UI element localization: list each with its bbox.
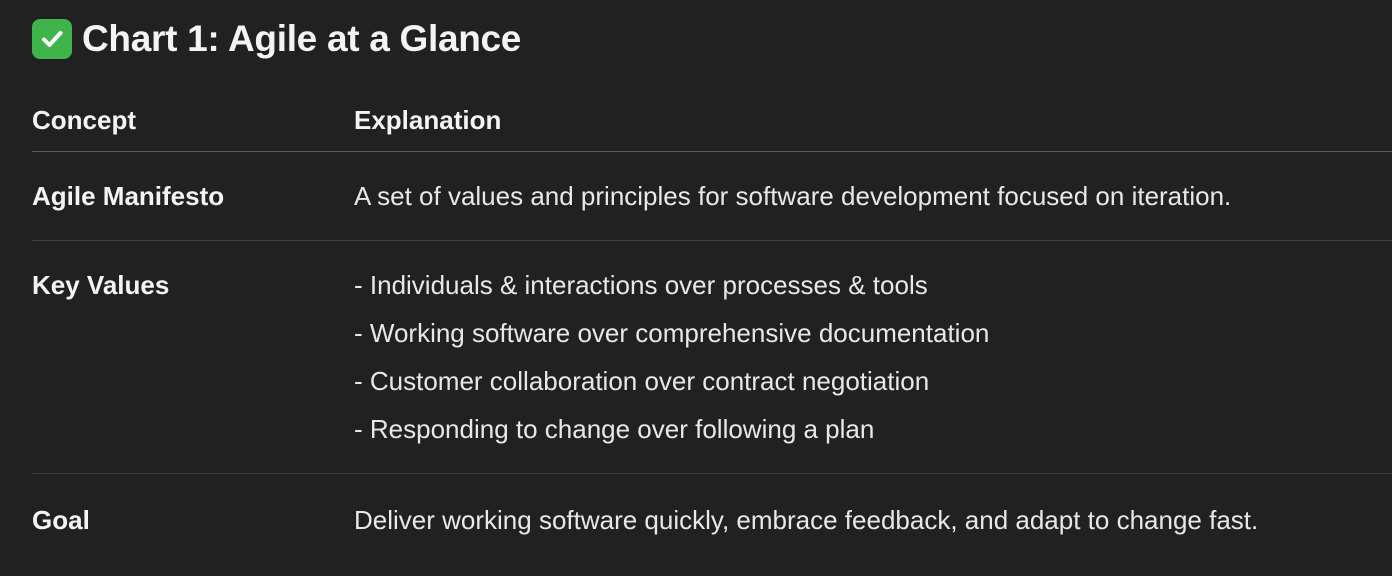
table-row: Key Values - Individuals & interactions … xyxy=(32,241,1392,474)
concept-cell: Goal xyxy=(32,505,90,535)
page-title-text: Chart 1: Agile at a Glance xyxy=(82,18,522,59)
explanation-line: - Individuals & interactions over proces… xyxy=(354,270,928,300)
explanation-line: - Customer collaboration over contract n… xyxy=(354,366,930,396)
table-row: Goal Deliver working software quickly, e… xyxy=(32,474,1392,554)
explanation-line: - Working software over comprehensive do… xyxy=(354,318,990,348)
explanation-cell: A set of values and principles for softw… xyxy=(354,172,1392,220)
explanation-line: Deliver working software quickly, embrac… xyxy=(354,505,1259,535)
concept-cell: Agile Manifesto xyxy=(32,181,225,211)
column-header-explanation: Explanation xyxy=(354,105,502,135)
table-header-row: Concept Explanation xyxy=(32,94,1392,152)
check-mark-button-icon xyxy=(32,19,72,59)
page-title: Chart 1: Agile at a Glance xyxy=(32,18,521,60)
explanation-cell: - Individuals & interactions over proces… xyxy=(354,261,1392,453)
concept-cell: Key Values xyxy=(32,270,170,300)
column-header-concept: Concept xyxy=(32,105,136,135)
explanation-line: A set of values and principles for softw… xyxy=(354,181,1232,211)
explanation-cell: Deliver working software quickly, embrac… xyxy=(354,496,1392,544)
explanation-line: - Responding to change over following a … xyxy=(354,414,875,444)
agile-table: Concept Explanation Agile Manifesto A se… xyxy=(32,94,1392,554)
table-row: Agile Manifesto A set of values and prin… xyxy=(32,152,1392,241)
